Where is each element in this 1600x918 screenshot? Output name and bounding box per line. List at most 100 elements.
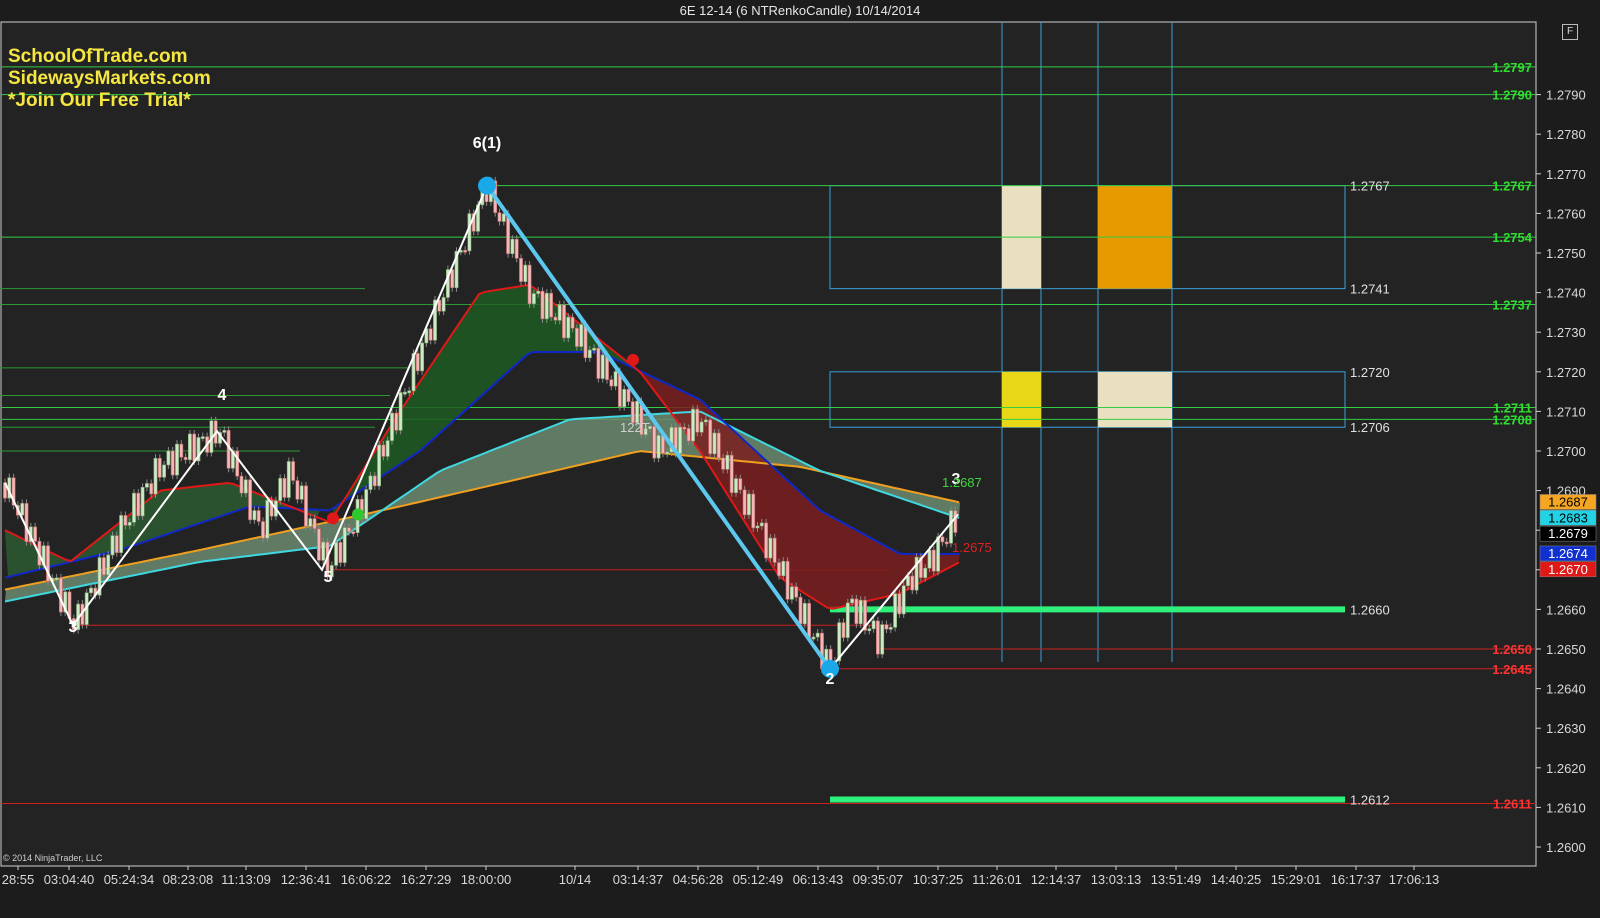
candle-body bbox=[248, 479, 253, 521]
candle-body bbox=[549, 292, 554, 318]
candle-body bbox=[291, 461, 296, 481]
candle-body bbox=[415, 353, 420, 372]
x-tick-label: 10:37:25 bbox=[913, 872, 964, 887]
candle-body bbox=[953, 510, 958, 533]
y-tick-label: 1.2750 bbox=[1546, 246, 1586, 261]
price-badge-text: 1.2683 bbox=[1548, 510, 1588, 525]
candle-body bbox=[243, 479, 248, 494]
candle-body bbox=[579, 324, 584, 347]
candle-body bbox=[540, 290, 545, 320]
zone-price-label: 1.2612 bbox=[1350, 792, 1390, 807]
copyright-label: © 2014 NinjaTrader, LLC bbox=[3, 853, 103, 863]
candle-body bbox=[888, 627, 893, 630]
candle-body bbox=[841, 622, 846, 638]
candle-body bbox=[157, 458, 162, 478]
candle-body bbox=[514, 238, 519, 259]
candle-body bbox=[609, 379, 614, 387]
candle-body bbox=[613, 371, 618, 387]
x-tick-label: 18:00:00 bbox=[461, 872, 512, 887]
y-tick-label: 1.2770 bbox=[1546, 167, 1586, 182]
candle-body bbox=[308, 518, 313, 527]
candle-body bbox=[364, 489, 369, 520]
cross-dot-green bbox=[352, 508, 364, 521]
candle-body bbox=[944, 541, 949, 545]
zone-price-label: 1.2720 bbox=[1350, 365, 1390, 380]
candle-body bbox=[936, 536, 941, 572]
candle-body bbox=[708, 419, 713, 455]
candle-body bbox=[441, 297, 446, 312]
candle-body bbox=[123, 515, 128, 526]
candle-body bbox=[622, 389, 627, 408]
candle-body bbox=[527, 264, 532, 305]
candle-body bbox=[854, 598, 859, 625]
candle-body bbox=[54, 577, 59, 581]
candle-body bbox=[501, 213, 506, 222]
candle-body bbox=[678, 426, 683, 454]
level-price-label: 1.2611 bbox=[1493, 796, 1532, 811]
candle-body bbox=[256, 510, 261, 522]
candle-body bbox=[789, 586, 794, 600]
candle-body bbox=[600, 354, 605, 379]
candle-body bbox=[742, 489, 747, 516]
candle-body bbox=[867, 628, 872, 632]
x-tick-label: 13:03:13 bbox=[1091, 872, 1142, 887]
candle-body bbox=[893, 593, 898, 628]
x-tick-label: 09:35:07 bbox=[853, 872, 904, 887]
renko-chart[interactable]: 3456(1)23122T1.26871.26751.27671.27411.2… bbox=[0, 0, 1600, 918]
candle-body bbox=[428, 328, 433, 341]
y-tick-label: 1.2740 bbox=[1546, 286, 1586, 301]
candle-body bbox=[764, 522, 769, 559]
candle-body bbox=[716, 432, 721, 459]
candle-body bbox=[850, 598, 855, 604]
candle-body bbox=[665, 451, 670, 455]
candle-body bbox=[20, 503, 25, 516]
candle-body bbox=[342, 527, 347, 563]
candle-body bbox=[261, 521, 265, 539]
candle-body bbox=[566, 316, 571, 339]
candle-body bbox=[523, 264, 528, 282]
x-tick-label: 16:27:29 bbox=[401, 872, 452, 887]
candle-body bbox=[587, 349, 592, 359]
price-badge-text: 1.2670 bbox=[1548, 562, 1588, 577]
swing-label: 5 bbox=[324, 569, 333, 586]
candle-body bbox=[712, 432, 717, 455]
candle-body bbox=[682, 426, 687, 430]
x-tick-label: 03:04:40 bbox=[44, 872, 95, 887]
candle-body bbox=[334, 542, 339, 566]
x-tick-label: 05:24:34 bbox=[104, 872, 155, 887]
f-button[interactable]: F bbox=[1562, 24, 1578, 40]
candle-body bbox=[89, 587, 93, 594]
promo-line-1[interactable]: SchoolOfTrade.com bbox=[8, 46, 187, 68]
candle-body bbox=[583, 324, 588, 359]
candle-body bbox=[338, 542, 343, 563]
candle-body bbox=[531, 293, 536, 305]
x-tick-label: 11:13:09 bbox=[221, 872, 271, 887]
candle-body bbox=[463, 249, 468, 253]
promo-line-3[interactable]: *Join Our Free Trial* bbox=[8, 90, 191, 112]
swing-label: 2 bbox=[826, 671, 835, 688]
promo-line-2[interactable]: SidewaysMarkets.com bbox=[8, 68, 211, 90]
candle-body bbox=[777, 562, 781, 577]
candle-body bbox=[140, 486, 145, 517]
candle-body bbox=[450, 269, 455, 289]
candle-body bbox=[153, 458, 158, 495]
candle-body bbox=[252, 510, 257, 521]
candle-body bbox=[175, 443, 179, 476]
chart-frame bbox=[0, 21, 1537, 867]
candle-body bbox=[467, 213, 472, 252]
candle-body bbox=[519, 258, 523, 282]
candle-body bbox=[420, 342, 425, 372]
y-tick-label: 1.2780 bbox=[1546, 127, 1586, 142]
y-tick-label: 1.2610 bbox=[1546, 800, 1586, 815]
candle-body bbox=[145, 483, 149, 488]
chart-annotation: 122T bbox=[620, 420, 650, 435]
candle-body bbox=[183, 456, 188, 461]
candle-body bbox=[557, 304, 562, 321]
candle-body bbox=[239, 475, 244, 494]
level-price-label: 1.2737 bbox=[1492, 297, 1532, 312]
y-tick-label: 1.2710 bbox=[1546, 404, 1586, 419]
candle-body bbox=[845, 602, 850, 638]
candle-body bbox=[725, 454, 730, 470]
x-tick-label: 28:55 bbox=[2, 872, 35, 887]
y-tick-label: 1.2790 bbox=[1546, 88, 1586, 103]
